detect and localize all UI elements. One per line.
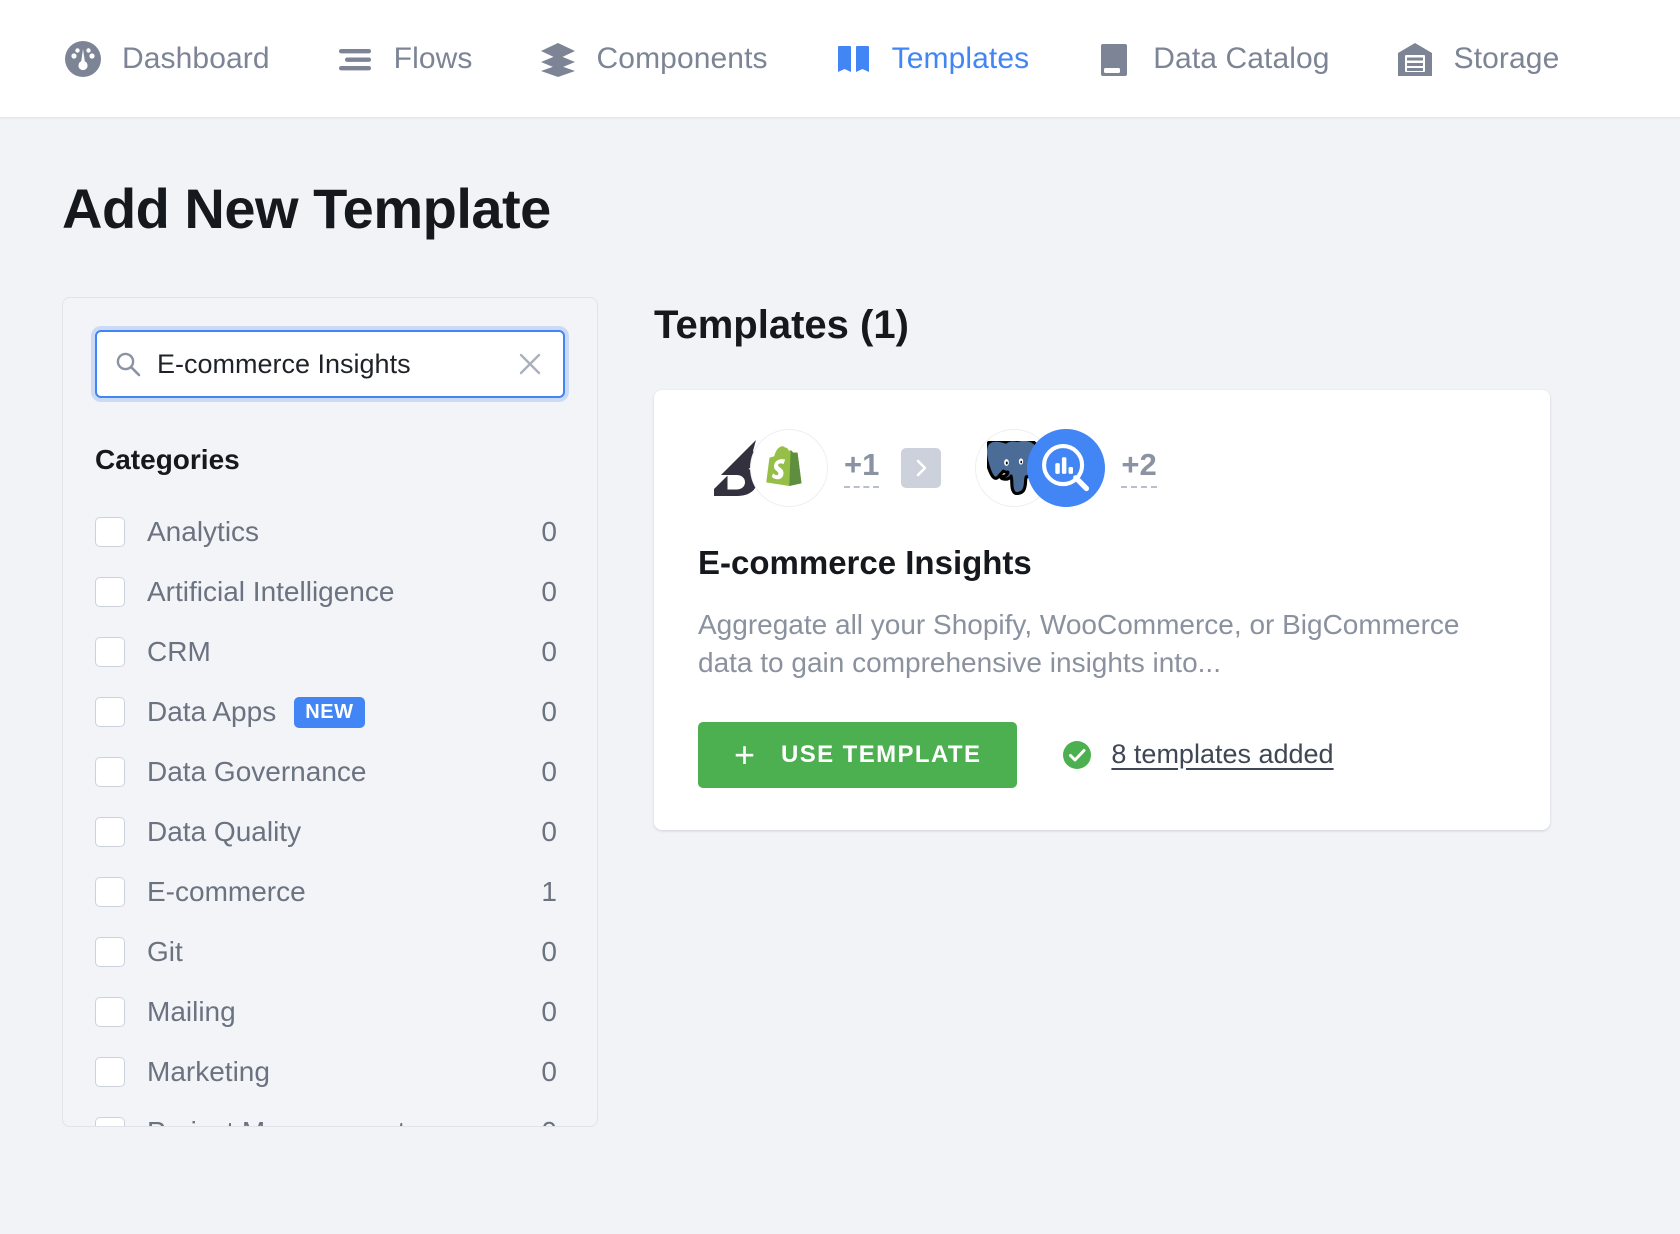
categories-list: Analytics 0 Artificial Intelligence 0 CR… — [95, 502, 565, 1126]
category-count: 0 — [541, 1056, 557, 1087]
category-row-e-commerce[interactable]: E-commerce 1 — [95, 862, 565, 922]
templates-added-status[interactable]: 8 templates added — [1061, 739, 1334, 771]
category-checkbox[interactable] — [95, 637, 125, 667]
template-card[interactable]: +1 +2 E-commerce Insights Aggregate all … — [654, 390, 1550, 830]
category-row-git[interactable]: Git 0 — [95, 922, 565, 982]
category-checkbox[interactable] — [95, 1057, 125, 1087]
template-description: Aggregate all your Shopify, WooCommerce,… — [698, 609, 1460, 678]
category-count: 0 — [541, 696, 557, 727]
templates-added-link[interactable]: 8 templates added — [1111, 739, 1333, 770]
nav-label: Templates — [891, 41, 1030, 75]
search-input[interactable] — [157, 348, 513, 380]
category-label: CRM — [147, 636, 211, 667]
results-panel: Templates (1) +1 +2 E-commerce Insights … — [654, 297, 1618, 830]
category-row-mailing[interactable]: Mailing 0 — [95, 982, 565, 1042]
template-connector-logos: +1 +2 — [698, 426, 1506, 510]
category-count: 0 — [541, 936, 557, 967]
categories-heading: Categories — [95, 444, 240, 475]
category-checkbox[interactable] — [95, 1117, 125, 1126]
page-body: Add New Template Categ — [0, 176, 1680, 1127]
destination-logo-group: +2 — [975, 429, 1157, 507]
filters-panel: Categories Analytics 0 Artificial Intell… — [62, 297, 598, 1127]
dashboard-gauge-icon — [62, 38, 104, 80]
data-catalog-book-icon — [1093, 38, 1135, 80]
source-logo-group: +1 — [698, 429, 880, 507]
search-box[interactable] — [95, 330, 565, 398]
nav-label: Storage — [1453, 41, 1560, 75]
category-row-artificial-intelligence[interactable]: Artificial Intelligence 0 — [95, 562, 565, 622]
category-row-project-management[interactable]: Project Management 0 — [95, 1102, 565, 1126]
category-count: 0 — [541, 1116, 565, 1126]
card-actions: + USE TEMPLATE 8 templates added — [698, 721, 1506, 788]
nav-item-flows[interactable]: Flows — [334, 38, 473, 80]
category-checkbox[interactable] — [95, 697, 125, 727]
template-title: E-commerce Insights — [698, 544, 1032, 581]
use-template-label: USE TEMPLATE — [781, 740, 982, 768]
category-row-data-governance[interactable]: Data Governance 0 — [95, 742, 565, 802]
category-count: 1 — [541, 876, 557, 907]
category-label: Data Apps — [147, 696, 277, 727]
shopify-logo — [750, 429, 828, 507]
nav-label: Dashboard — [122, 41, 270, 75]
category-row-crm[interactable]: CRM 0 — [95, 622, 565, 682]
content-area: Categories Analytics 0 Artificial Intell… — [62, 297, 1618, 1127]
results-heading: Templates (1) — [654, 303, 909, 347]
category-checkbox[interactable] — [95, 817, 125, 847]
nav-label: Flows — [393, 41, 473, 75]
nav-label: Data Catalog — [1153, 41, 1330, 75]
nav-item-templates[interactable]: Templates — [832, 38, 1030, 80]
analytics-logo — [1027, 429, 1106, 507]
category-label: Mailing — [147, 996, 236, 1027]
plus-icon: + — [734, 733, 756, 775]
flows-lines-icon — [334, 38, 376, 80]
category-checkbox[interactable] — [95, 877, 125, 907]
chevron-right-icon[interactable] — [901, 448, 942, 488]
page-title: Add New Template — [62, 177, 551, 240]
nav-item-storage[interactable]: Storage — [1394, 38, 1560, 80]
category-label: E-commerce — [147, 876, 306, 907]
category-count: 0 — [541, 636, 557, 667]
category-label: Project Management — [147, 1116, 405, 1126]
category-label: Data Quality — [147, 816, 302, 847]
category-row-marketing[interactable]: Marketing 0 — [95, 1042, 565, 1102]
category-count: 0 — [541, 996, 557, 1027]
source-extra-count: +1 — [844, 449, 880, 488]
category-label: Data Governance — [147, 756, 367, 787]
components-layers-icon — [537, 38, 579, 80]
category-row-data-quality[interactable]: Data Quality 0 — [95, 802, 565, 862]
category-label: Git — [147, 936, 183, 967]
nav-label: Components — [596, 41, 768, 75]
templates-open-book-icon — [832, 38, 874, 80]
category-checkbox[interactable] — [95, 937, 125, 967]
nav-item-data-catalog[interactable]: Data Catalog — [1093, 38, 1329, 80]
nav-item-dashboard[interactable]: Dashboard — [62, 38, 270, 80]
search-icon — [113, 349, 143, 379]
category-label: Analytics — [147, 516, 260, 547]
destination-extra-count: +2 — [1121, 449, 1157, 488]
top-navigation-bar: Dashboard Flows Components Templates Dat… — [0, 0, 1680, 118]
use-template-button[interactable]: + USE TEMPLATE — [698, 721, 1018, 788]
category-label: Marketing — [147, 1056, 270, 1087]
category-row-analytics[interactable]: Analytics 0 — [95, 502, 565, 562]
category-checkbox[interactable] — [95, 517, 125, 547]
category-label: Artificial Intelligence — [147, 576, 395, 607]
category-count: 0 — [541, 576, 557, 607]
category-checkbox[interactable] — [95, 997, 125, 1027]
category-checkbox[interactable] — [95, 577, 125, 607]
category-count: 0 — [541, 816, 557, 847]
storage-warehouse-icon — [1394, 38, 1436, 80]
new-badge: NEW — [294, 696, 365, 728]
category-count: 0 — [541, 516, 557, 547]
close-icon[interactable] — [513, 347, 547, 381]
check-circle-icon — [1061, 739, 1093, 771]
nav-item-components[interactable]: Components — [537, 38, 768, 80]
category-count: 0 — [541, 756, 557, 787]
category-checkbox[interactable] — [95, 757, 125, 787]
category-row-data-apps[interactable]: Data Apps NEW 0 — [95, 682, 565, 742]
